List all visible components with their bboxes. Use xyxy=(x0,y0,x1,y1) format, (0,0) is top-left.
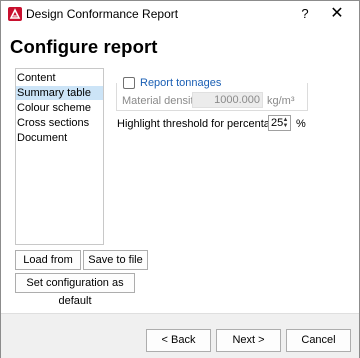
window-title: Design Conformance Report xyxy=(26,7,179,21)
section-item-colour-scheme[interactable]: Colour scheme xyxy=(16,101,103,115)
footer-bar: < Back Next > Cancel xyxy=(1,313,359,358)
set-default-button[interactable]: Set configuration as default xyxy=(15,273,135,307)
save-to-file-button[interactable]: Save to file xyxy=(83,250,148,270)
highlight-threshold-spinbox[interactable]: 25 ▲ ▼ xyxy=(268,115,291,131)
report-tonnages-label[interactable]: Report tonnages xyxy=(140,76,221,90)
highlight-threshold-unit: % xyxy=(296,118,306,130)
dialog-window: Design Conformance Report ? ✕ Configure … xyxy=(0,0,360,358)
material-density-label: Material density xyxy=(122,95,200,107)
report-tonnages-checkbox[interactable] xyxy=(123,77,135,89)
close-button[interactable]: ✕ xyxy=(323,4,351,24)
cancel-button[interactable]: Cancel xyxy=(286,329,351,352)
section-item-cross-sections[interactable]: Cross sections xyxy=(16,116,103,130)
section-item-document[interactable]: Document xyxy=(16,131,103,145)
help-button[interactable]: ? xyxy=(294,4,316,24)
spin-arrows[interactable]: ▲ ▼ xyxy=(282,117,289,129)
title-bar: Design Conformance Report ? ✕ xyxy=(1,1,359,28)
spin-down-icon[interactable]: ▼ xyxy=(282,123,289,129)
section-item-content[interactable]: Content xyxy=(16,71,103,85)
material-density-unit: kg/m³ xyxy=(267,95,295,107)
section-item-summary-table[interactable]: Summary table xyxy=(16,86,103,100)
app-logo-icon xyxy=(8,7,22,21)
material-density-input[interactable]: 1000.000 xyxy=(192,92,263,108)
back-button[interactable]: < Back xyxy=(146,329,211,352)
page-title: Configure report xyxy=(10,36,158,57)
load-from-file-button[interactable]: Load from file xyxy=(15,250,81,284)
section-list[interactable]: Content Summary table Colour scheme Cros… xyxy=(15,68,104,245)
highlight-threshold-label: Highlight threshold for percentages xyxy=(117,118,288,130)
next-button[interactable]: Next > xyxy=(216,329,281,352)
